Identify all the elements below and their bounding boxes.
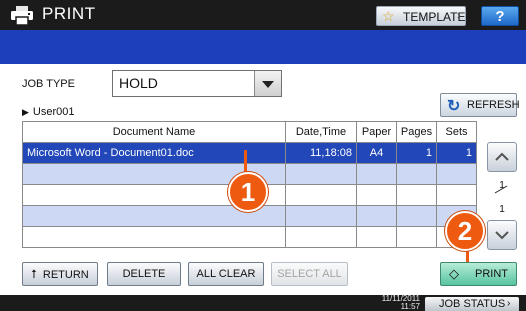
paper-cell: [356, 184, 397, 206]
table-row[interactable]: [22, 226, 477, 248]
document-name-cell: [22, 226, 286, 248]
callout-badge-1: 1: [228, 172, 268, 212]
date-time-cell: [285, 205, 357, 227]
column-header-document-name: Document Name: [22, 121, 286, 143]
paper-cell: [356, 163, 397, 185]
sets-cell: 1: [436, 142, 477, 164]
chevron-down-icon: [495, 231, 509, 240]
column-header-pages: Pages: [396, 121, 437, 143]
return-arrow-icon: ⭡: [31, 267, 37, 281]
paper-cell: [356, 226, 397, 248]
scroll-down-button[interactable]: [487, 220, 517, 250]
job-type-value: HOLD: [119, 75, 158, 91]
return-button[interactable]: ⭡ RETURN: [22, 262, 98, 286]
paper-cell: A4: [356, 142, 397, 164]
clock: 11/11/2011 11:57: [376, 295, 420, 311]
select-all-button[interactable]: SELECT ALL: [271, 262, 348, 286]
job-status-button[interactable]: JOB STATUS ›: [425, 297, 519, 311]
pages-cell: 1: [396, 142, 437, 164]
printer-icon: [11, 6, 33, 25]
chevron-right-icon: ›: [507, 298, 511, 309]
date-time-cell: [285, 163, 357, 185]
refresh-label: REFRESH: [467, 99, 520, 111]
user-row: ▶ User001: [22, 106, 75, 118]
column-header-date-time: Date,Time: [285, 121, 357, 143]
date-time-cell: [285, 226, 357, 248]
page-title: PRINT: [42, 4, 96, 23]
print-button[interactable]: ◇ PRINT: [440, 262, 517, 286]
start-icon: ◇: [449, 266, 459, 281]
callout-pointer-1: [244, 150, 247, 174]
delete-button[interactable]: DELETE: [107, 262, 181, 286]
help-button[interactable]: ?: [481, 6, 519, 26]
refresh-button[interactable]: ↻ REFRESH: [440, 93, 520, 117]
date-time-cell: 11,18:08: [285, 142, 357, 164]
job-type-label: JOB TYPE: [22, 78, 75, 90]
template-button[interactable]: ☆ TEMPLATE ›: [376, 6, 466, 26]
pages-cell: [396, 184, 437, 206]
triangle-right-icon: ▶: [22, 107, 29, 117]
refresh-icon: ↻: [447, 98, 461, 115]
star-icon: ☆: [382, 8, 395, 24]
return-label: RETURN: [42, 269, 89, 281]
sets-cell: [436, 163, 477, 185]
pages-cell: [396, 163, 437, 185]
job-status-label: JOB STATUS: [439, 298, 506, 310]
pages-cell: [396, 226, 437, 248]
paper-cell: [356, 205, 397, 227]
table-header-row: Document Name Date,Time Paper Pages Sets: [22, 121, 477, 143]
scroll-up-button[interactable]: [487, 142, 517, 172]
chevron-up-icon: [495, 152, 509, 161]
date-time-cell: [285, 184, 357, 206]
print-label: PRINT: [475, 268, 508, 280]
pages-cell: [396, 205, 437, 227]
page-total: 1: [499, 204, 505, 215]
callout-badge-2: 2: [445, 211, 485, 251]
table-row[interactable]: Microsoft Word - Document01.doc 11,18:08…: [22, 142, 477, 164]
message-bar: [0, 30, 526, 64]
sets-cell: [436, 184, 477, 206]
chevron-right-icon: ›: [457, 10, 461, 22]
clock-time: 11:57: [400, 302, 420, 311]
all-clear-button[interactable]: ALL CLEAR: [188, 262, 264, 286]
user-name: User001: [32, 106, 75, 118]
job-type-select[interactable]: HOLD: [112, 70, 282, 97]
column-header-paper: Paper: [356, 121, 397, 143]
dropdown-arrow-icon[interactable]: [254, 71, 281, 96]
column-header-sets: Sets: [436, 121, 477, 143]
